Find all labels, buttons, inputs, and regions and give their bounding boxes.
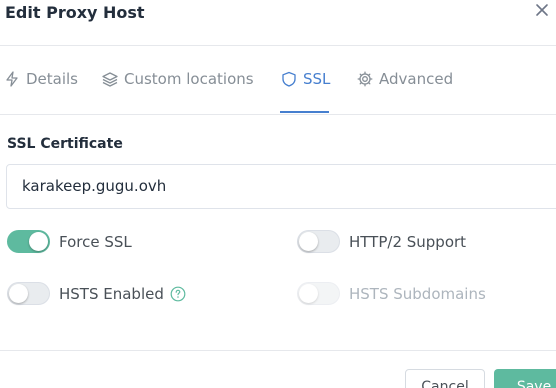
shield-icon: [282, 71, 296, 87]
modal-header: Edit Proxy Host: [0, 0, 556, 46]
ssl-certificate-select[interactable]: karakeep.gugu.ovh: [6, 164, 556, 209]
modal-title: Edit Proxy Host: [5, 3, 145, 22]
hsts-subdomains-toggle: HSTS Subdomains: [297, 282, 486, 305]
http2-support-switch[interactable]: [297, 230, 340, 253]
tab-details[interactable]: Details: [4, 69, 78, 89]
tab-details-label: Details: [26, 70, 79, 88]
tab-bar: Details Custom locations SSL Advanced: [0, 47, 556, 115]
tab-custom-locations-label: Custom locations: [124, 70, 254, 88]
layers-icon: [102, 72, 118, 87]
active-tab-indicator: [280, 111, 329, 113]
hsts-enabled-toggle[interactable]: HSTS Enabled: [7, 282, 186, 305]
ssl-certificate-label: SSL Certificate: [7, 136, 123, 152]
tab-advanced-label: Advanced: [379, 70, 454, 88]
force-ssl-toggle[interactable]: Force SSL: [7, 230, 132, 253]
hsts-enabled-label: HSTS Enabled: [59, 284, 164, 303]
http2-support-toggle[interactable]: HTTP/2 Support: [297, 230, 466, 253]
force-ssl-switch[interactable]: [7, 230, 50, 253]
tab-ssl[interactable]: SSL: [281, 69, 330, 89]
tab-custom-locations[interactable]: Custom locations: [102, 69, 254, 89]
cancel-button[interactable]: Cancel: [405, 369, 485, 388]
hsts-enabled-switch[interactable]: [7, 282, 50, 305]
footer-divider: [0, 350, 556, 351]
tab-advanced[interactable]: Advanced: [357, 69, 453, 89]
save-button[interactable]: Save: [494, 369, 556, 388]
gear-icon: [357, 71, 373, 87]
http2-support-label: HTTP/2 Support: [349, 232, 467, 251]
tab-ssl-label: SSL: [303, 70, 331, 88]
edit-proxy-host-modal: Edit Proxy Host Details Custom locations…: [0, 0, 556, 388]
close-icon[interactable]: [534, 2, 550, 18]
hsts-subdomains-switch: [297, 282, 340, 305]
hsts-subdomains-label: HSTS Subdomains: [349, 284, 486, 303]
force-ssl-label: Force SSL: [59, 232, 132, 251]
help-icon[interactable]: [170, 286, 186, 302]
zap-icon: [6, 71, 18, 87]
